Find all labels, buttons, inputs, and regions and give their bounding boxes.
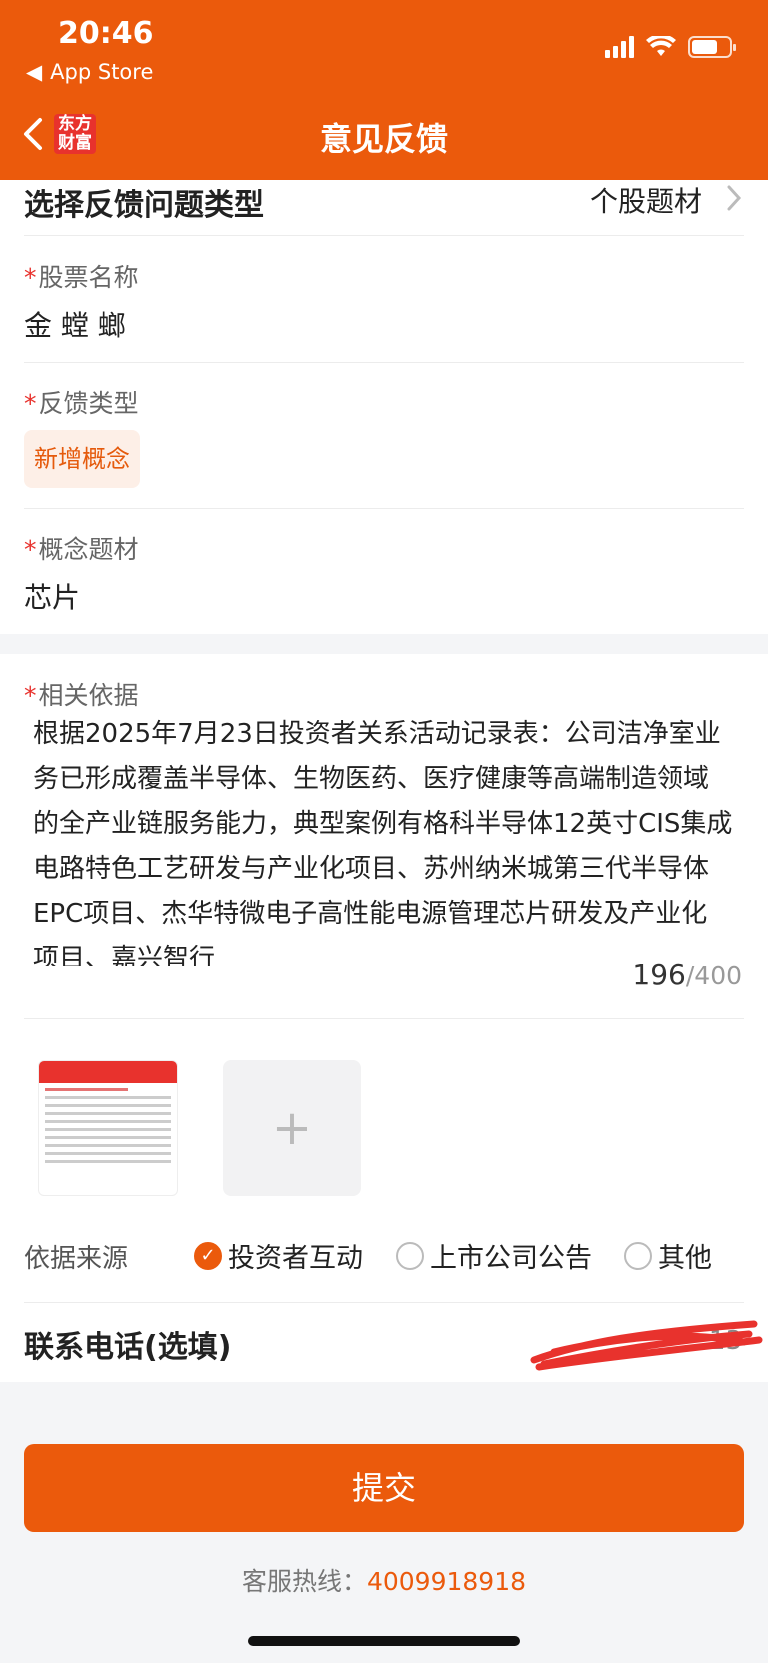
source-option-investor[interactable]: ✓ 投资者互动 — [194, 1236, 363, 1275]
source-label: 依据来源 — [24, 1244, 129, 1274]
divider — [24, 1018, 744, 1019]
feedback-type-row[interactable]: 选择反馈问题类型 个股题材 — [0, 180, 768, 236]
phone-label: 联系电话(选填) — [24, 1330, 232, 1365]
divider — [24, 1302, 744, 1303]
feedback-type-label: 选择反馈问题类型 — [24, 188, 264, 223]
new-concept-tag[interactable]: 新增概念 — [24, 430, 140, 488]
uploaded-image-thumbnail[interactable] — [38, 1060, 178, 1196]
radio-circle-icon — [624, 1241, 652, 1270]
chevron-right-icon — [727, 185, 742, 211]
app-header: 20:46 ◀ App Store 东方 财富 意见反馈 — [0, 0, 768, 180]
radio-circle-icon — [396, 1241, 424, 1270]
basis-label: *相关依据 — [24, 681, 139, 710]
check-circle-icon: ✓ — [194, 1241, 222, 1270]
add-image-button[interactable]: + — [223, 1060, 361, 1196]
plus-icon: + — [271, 1100, 313, 1156]
triangle-left-icon: ◀ — [26, 60, 43, 84]
source-option-other[interactable]: 其他 — [624, 1236, 712, 1275]
divider — [24, 235, 744, 236]
submit-button[interactable]: 提交 — [24, 1444, 744, 1532]
divider — [24, 508, 744, 509]
feedback-type-value: 个股题材 — [589, 185, 702, 218]
stock-name-label: *股票名称 — [24, 263, 139, 292]
page-title: 意见反馈 — [319, 120, 448, 158]
concept-label: *概念题材 — [24, 535, 139, 564]
hotline-number[interactable]: 4009918918 — [367, 1567, 526, 1596]
back-to-app-store[interactable]: ◀ App Store — [26, 60, 153, 84]
battery-icon — [688, 36, 736, 58]
divider — [24, 362, 744, 363]
char-counter: 196/400 — [632, 958, 742, 991]
home-indicator[interactable] — [248, 1636, 520, 1646]
stock-name-value: 金 螳 螂 — [24, 309, 126, 342]
hotline: 客服热线：4009918918 — [241, 1567, 527, 1596]
back-app-label: App Store — [50, 60, 154, 84]
status-icons — [605, 36, 736, 58]
feedback-category-label: *反馈类型 — [24, 389, 139, 418]
redaction-scribble — [530, 1320, 763, 1371]
signal-icon — [605, 36, 634, 58]
wifi-icon — [646, 36, 676, 56]
basis-textarea[interactable]: 根据2025年7月23日投资者关系活动记录表：公司洁净室业务已形成覆盖半导体、生… — [33, 712, 733, 966]
source-option-announcement[interactable]: 上市公司公告 — [396, 1236, 592, 1275]
concept-value: 芯片 — [24, 581, 81, 614]
status-time: 20:46 — [58, 16, 154, 51]
